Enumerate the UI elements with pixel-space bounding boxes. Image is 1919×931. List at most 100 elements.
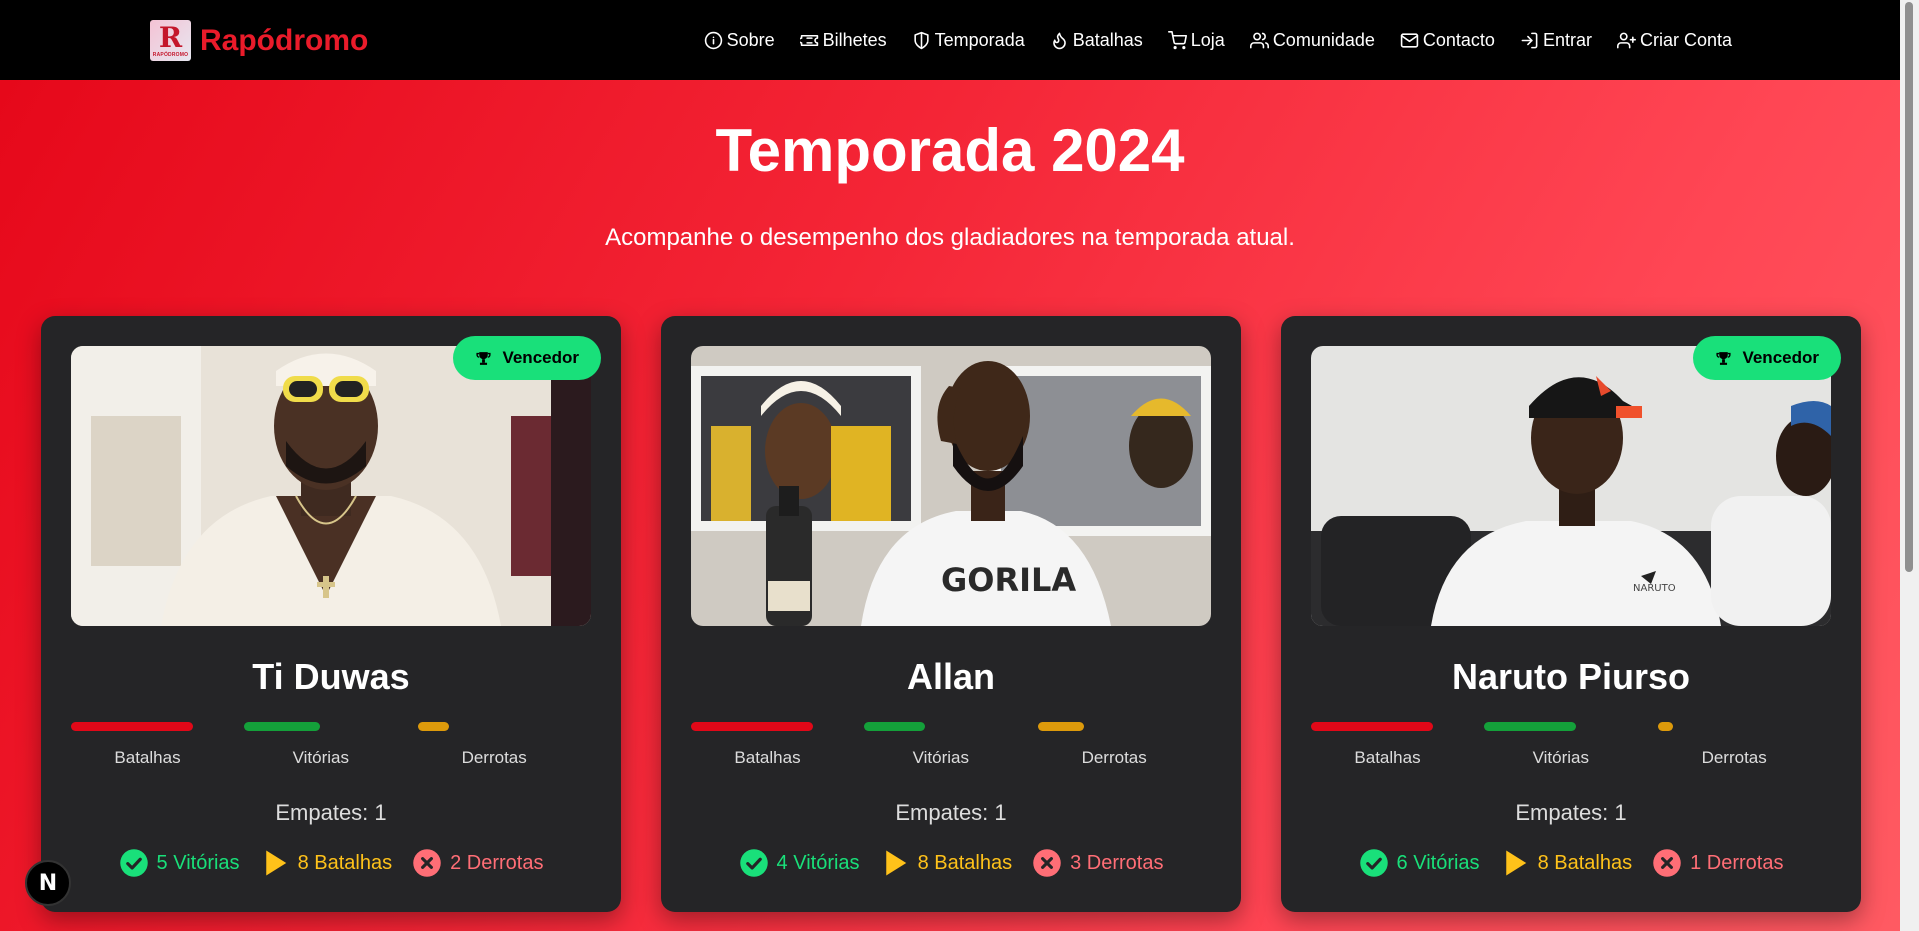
battles-bar xyxy=(71,722,193,731)
gladiator-photo: NARUTO xyxy=(1311,346,1831,626)
losses-text: 3 Derrotas xyxy=(1070,851,1164,874)
nav-item-entrar[interactable]: Entrar xyxy=(1520,30,1592,51)
winner-label: Vencedor xyxy=(1742,348,1819,367)
trophy-icon xyxy=(476,351,492,365)
losses-stat: 1 Derrotas xyxy=(1652,848,1783,878)
draws-text: Empates: 1 xyxy=(1515,800,1627,825)
nav-item-criar-conta[interactable]: Criar Conta xyxy=(1616,29,1732,51)
cart-icon xyxy=(1167,30,1187,49)
gladiator-name: Naruto Piurso xyxy=(1451,656,1691,697)
battles-text: 8 Batalhas xyxy=(1537,851,1633,874)
nav-item-bilhetes[interactable]: Bilhetes xyxy=(799,29,887,51)
navbar: R RAPÓDROMO Rapódromo Sobre Bilhetes Tem… xyxy=(0,0,1900,80)
losses-stat: 2 Derrotas xyxy=(412,848,543,878)
nav-label: Temporada xyxy=(934,29,1025,50)
gladiator-name: Ti Duwas xyxy=(252,656,410,697)
stats-summary: 4 Vitórias 8 Batalhas 3 Derrotas xyxy=(661,848,1241,878)
wins-text: 4 Vitórias xyxy=(776,851,860,874)
brand-name: Rapódromo xyxy=(200,23,369,57)
battles-stat: 8 Batalhas xyxy=(1500,848,1633,878)
play-icon xyxy=(265,850,286,876)
svg-text:GORILA: GORILA xyxy=(941,561,1076,599)
flame-icon xyxy=(1052,32,1066,49)
login-icon xyxy=(1521,32,1538,48)
nav-item-loja[interactable]: Loja xyxy=(1167,29,1225,51)
battles-text: 8 Batalhas xyxy=(917,851,1013,874)
wins-bar xyxy=(864,722,926,731)
winner-badge: Vencedor xyxy=(1693,336,1841,380)
x-circle-icon xyxy=(1653,849,1681,877)
user-plus-icon xyxy=(1616,32,1636,48)
stats-bars: Batalhas Vitórias Derrotas xyxy=(71,722,591,772)
draws-text: Empates: 1 xyxy=(275,800,387,825)
page-subtitle: Acompanhe o desempenho dos gladiadores n… xyxy=(605,224,1295,251)
wins-text: 6 Vitórias xyxy=(1396,851,1480,874)
wins-label: Vitórias xyxy=(292,748,350,767)
gladiator-card[interactable]: NARUTO Vencedor Naruto Piurso Batalhas V… xyxy=(1281,316,1861,912)
gladiator-card[interactable]: GORILA Allan Batalhas Vitórias Derrotas … xyxy=(661,316,1241,912)
losses-bar xyxy=(1657,722,1673,731)
info-icon xyxy=(704,31,722,49)
ticket-icon xyxy=(799,34,818,46)
losses-text: 1 Derrotas xyxy=(1690,851,1784,874)
nav-label: Comunidade xyxy=(1272,29,1375,50)
svg-text:NARUTO: NARUTO xyxy=(1633,583,1676,594)
stats-bars: Batalhas Vitórias Derrotas xyxy=(691,722,1211,772)
play-icon xyxy=(1505,850,1526,876)
nav-item-sobre[interactable]: Sobre xyxy=(704,30,775,51)
shield-icon xyxy=(914,31,929,49)
draws-text: Empates: 1 xyxy=(895,800,1007,825)
nav-label: Criar Conta xyxy=(1639,29,1732,50)
losses-bar xyxy=(1037,722,1084,731)
battles-stat: 8 Batalhas xyxy=(880,848,1013,878)
nav-label: Sobre xyxy=(726,29,775,50)
season-section: Temporada 2024 Acompanhe o desempenho do… xyxy=(0,80,1900,931)
brand-link[interactable]: R RAPÓDROMO Rapódromo xyxy=(150,20,368,61)
check-circle-icon xyxy=(1359,849,1388,877)
page-scrollbar[interactable] xyxy=(1900,0,1919,931)
losses-stat: 3 Derrotas xyxy=(1032,848,1163,878)
nav-label: Contacto xyxy=(1422,29,1495,50)
stats-summary: 6 Vitórias 8 Batalhas 1 Derrotas xyxy=(1281,848,1861,878)
wins-stat: 4 Vitórias xyxy=(739,848,860,878)
losses-label: Derrotas xyxy=(1081,748,1147,767)
nav-label: Entrar xyxy=(1542,29,1592,50)
users-icon xyxy=(1249,32,1269,48)
logo-letter: R xyxy=(158,20,183,54)
losses-text: 2 Derrotas xyxy=(450,851,544,874)
nav-label: Batalhas xyxy=(1072,29,1143,50)
brand-logo: R RAPÓDROMO xyxy=(150,20,191,61)
battles-label: Batalhas xyxy=(734,748,801,767)
stats-summary: 5 Vitórias 8 Batalhas 2 Derrotas xyxy=(41,848,621,878)
nav-item-batalhas[interactable]: Batalhas xyxy=(1050,30,1143,51)
wins-label: Vitórias xyxy=(912,748,970,767)
wins-label: Vitórias xyxy=(1532,748,1590,767)
winner-badge: Vencedor xyxy=(453,336,601,380)
nextjs-dev-button[interactable]: N xyxy=(25,860,71,906)
battles-label: Batalhas xyxy=(1354,748,1421,767)
nav-menu: Sobre Bilhetes Temporada Batalhas Loja C… xyxy=(679,0,1732,80)
nav-item-contacto[interactable]: Contacto xyxy=(1400,30,1495,51)
x-circle-icon xyxy=(413,849,441,877)
nav-item-comunidade[interactable]: Comunidade xyxy=(1249,29,1375,51)
nav-label: Bilhetes xyxy=(822,29,887,50)
losses-label: Derrotas xyxy=(1701,748,1767,767)
wins-stat: 5 Vitórias xyxy=(119,848,240,878)
page-title: Temporada 2024 xyxy=(715,117,1185,184)
scrollbar-thumb[interactable] xyxy=(1905,2,1913,572)
battles-bar xyxy=(691,722,813,731)
nav-label: Loja xyxy=(1190,29,1225,50)
wins-stat: 6 Vitórias xyxy=(1359,848,1480,878)
stats-bars: Batalhas Vitórias Derrotas xyxy=(1311,722,1831,772)
check-circle-icon xyxy=(739,849,768,877)
check-circle-icon xyxy=(119,849,148,877)
x-circle-icon xyxy=(1033,849,1061,877)
gladiator-photo: GORILA xyxy=(691,346,1211,626)
battles-stat: 8 Batalhas xyxy=(260,848,392,878)
gladiator-card[interactable]: Vencedor Ti Duwas Batalhas Vitórias Derr… xyxy=(41,316,621,912)
gladiator-photo xyxy=(71,346,591,626)
trophy-icon xyxy=(1716,351,1732,365)
battles-label: Batalhas xyxy=(114,748,181,767)
nav-item-temporada[interactable]: Temporada xyxy=(912,30,1025,51)
play-icon xyxy=(885,850,906,876)
